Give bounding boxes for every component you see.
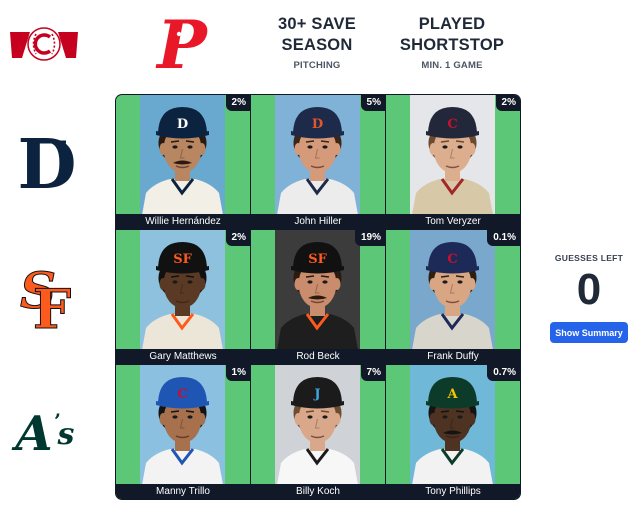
reds-wishbone-c-icon — [8, 18, 80, 70]
grid-cell[interactable]: SF 2% Gary Matthews — [116, 230, 250, 364]
rarity-percent-badge: 2% — [495, 95, 520, 111]
column-header-title: 30+ SAVE SEASON — [278, 15, 356, 54]
grid-cell[interactable]: C 1% Manny Trillo — [116, 365, 250, 499]
rarity-percent-badge: 19% — [354, 230, 385, 246]
player-portrait: J — [275, 365, 360, 485]
grid-cell[interactable]: J 7% Billy Koch — [251, 365, 385, 499]
svg-text:J: J — [313, 387, 320, 402]
player-photo: A — [410, 365, 495, 485]
svg-text:D: D — [177, 117, 188, 132]
svg-text:F: F — [33, 277, 71, 334]
guesses-left-label: GUESSES LEFT — [554, 253, 624, 263]
player-photo: D — [275, 95, 360, 215]
grid-cell[interactable]: C 0.1% Frank Duffy — [386, 230, 520, 364]
column-header-subtitle: MIN. 1 GAME — [421, 60, 483, 71]
svg-text:C: C — [447, 252, 457, 267]
guesses-left-count: 0 — [576, 265, 602, 314]
rarity-percent-badge: 5% — [360, 95, 385, 111]
player-name: Billy Koch — [251, 484, 385, 499]
player-photo: C — [410, 230, 495, 350]
column-header-1: 30+ SAVE SEASON PITCHING — [252, 14, 382, 71]
player-name: Tom Veryzer — [386, 214, 520, 229]
player-photo: SF — [275, 230, 360, 350]
svg-text:SF: SF — [308, 252, 327, 267]
player-name: Frank Duffy — [386, 349, 520, 364]
player-portrait: SF — [140, 230, 225, 350]
grid-cell[interactable]: SF 19% Rod Beck — [251, 230, 385, 364]
player-name: Manny Trillo — [116, 484, 250, 499]
player-photo: J — [275, 365, 360, 485]
svg-text:C: C — [447, 117, 457, 132]
svg-text:D: D — [312, 117, 323, 132]
svg-text:P: P — [155, 6, 209, 82]
player-photo: SF — [140, 230, 225, 350]
player-name: Willie Hernández — [116, 214, 250, 229]
svg-text:D: D — [18, 126, 76, 198]
svg-text:A: A — [11, 406, 52, 462]
column-header-subtitle: PITCHING — [293, 60, 341, 71]
player-name: Rod Beck — [251, 349, 385, 364]
rarity-percent-badge: 2% — [225, 95, 250, 111]
player-portrait: SF — [275, 230, 360, 350]
rarity-percent-badge: 0.1% — [487, 230, 520, 246]
player-portrait: C — [140, 365, 225, 485]
player-portrait: C — [410, 95, 495, 215]
player-portrait: A — [410, 365, 495, 485]
rarity-percent-badge: 0.7% — [487, 365, 520, 381]
grid-cell[interactable]: D 5% John Hiller — [251, 95, 385, 229]
rarity-percent-badge: 7% — [360, 365, 385, 381]
svg-text:s: s — [57, 417, 75, 452]
athletics-as-icon: A ’ s — [10, 402, 84, 462]
column-header-2: PLAYED SHORTSTOP MIN. 1 GAME — [387, 14, 517, 71]
player-portrait: D — [140, 95, 225, 215]
player-portrait: C — [410, 230, 495, 350]
tigers-d-icon: D — [18, 126, 76, 198]
player-portrait: D — [275, 95, 360, 215]
rarity-percent-badge: 2% — [225, 230, 250, 246]
svg-text:C: C — [177, 387, 187, 402]
guesses-panel: GUESSES LEFT 0 — [550, 253, 628, 315]
phillies-p-icon: P — [152, 6, 212, 82]
player-photo: C — [140, 365, 225, 485]
show-summary-button[interactable]: Show Summary — [550, 322, 628, 343]
svg-text:SF: SF — [173, 252, 192, 267]
player-name: John Hiller — [251, 214, 385, 229]
player-name: Gary Matthews — [116, 349, 250, 364]
player-photo: D — [140, 95, 225, 215]
svg-text:A: A — [446, 387, 458, 402]
player-grid: D 2% Willie Hernández D 5% John Hiller C… — [115, 94, 521, 500]
grid-cell[interactable]: D 2% Willie Hernández — [116, 95, 250, 229]
player-name: Tony Phillips — [386, 484, 520, 499]
grid-cell[interactable]: C 2% Tom Veryzer — [386, 95, 520, 229]
player-photo: C — [410, 95, 495, 215]
grid-cell[interactable]: A 0.7% Tony Phillips — [386, 365, 520, 499]
giants-sf-icon: S F — [16, 258, 76, 335]
column-header-title: PLAYED SHORTSTOP — [399, 15, 505, 54]
rarity-percent-badge: 1% — [225, 365, 250, 381]
